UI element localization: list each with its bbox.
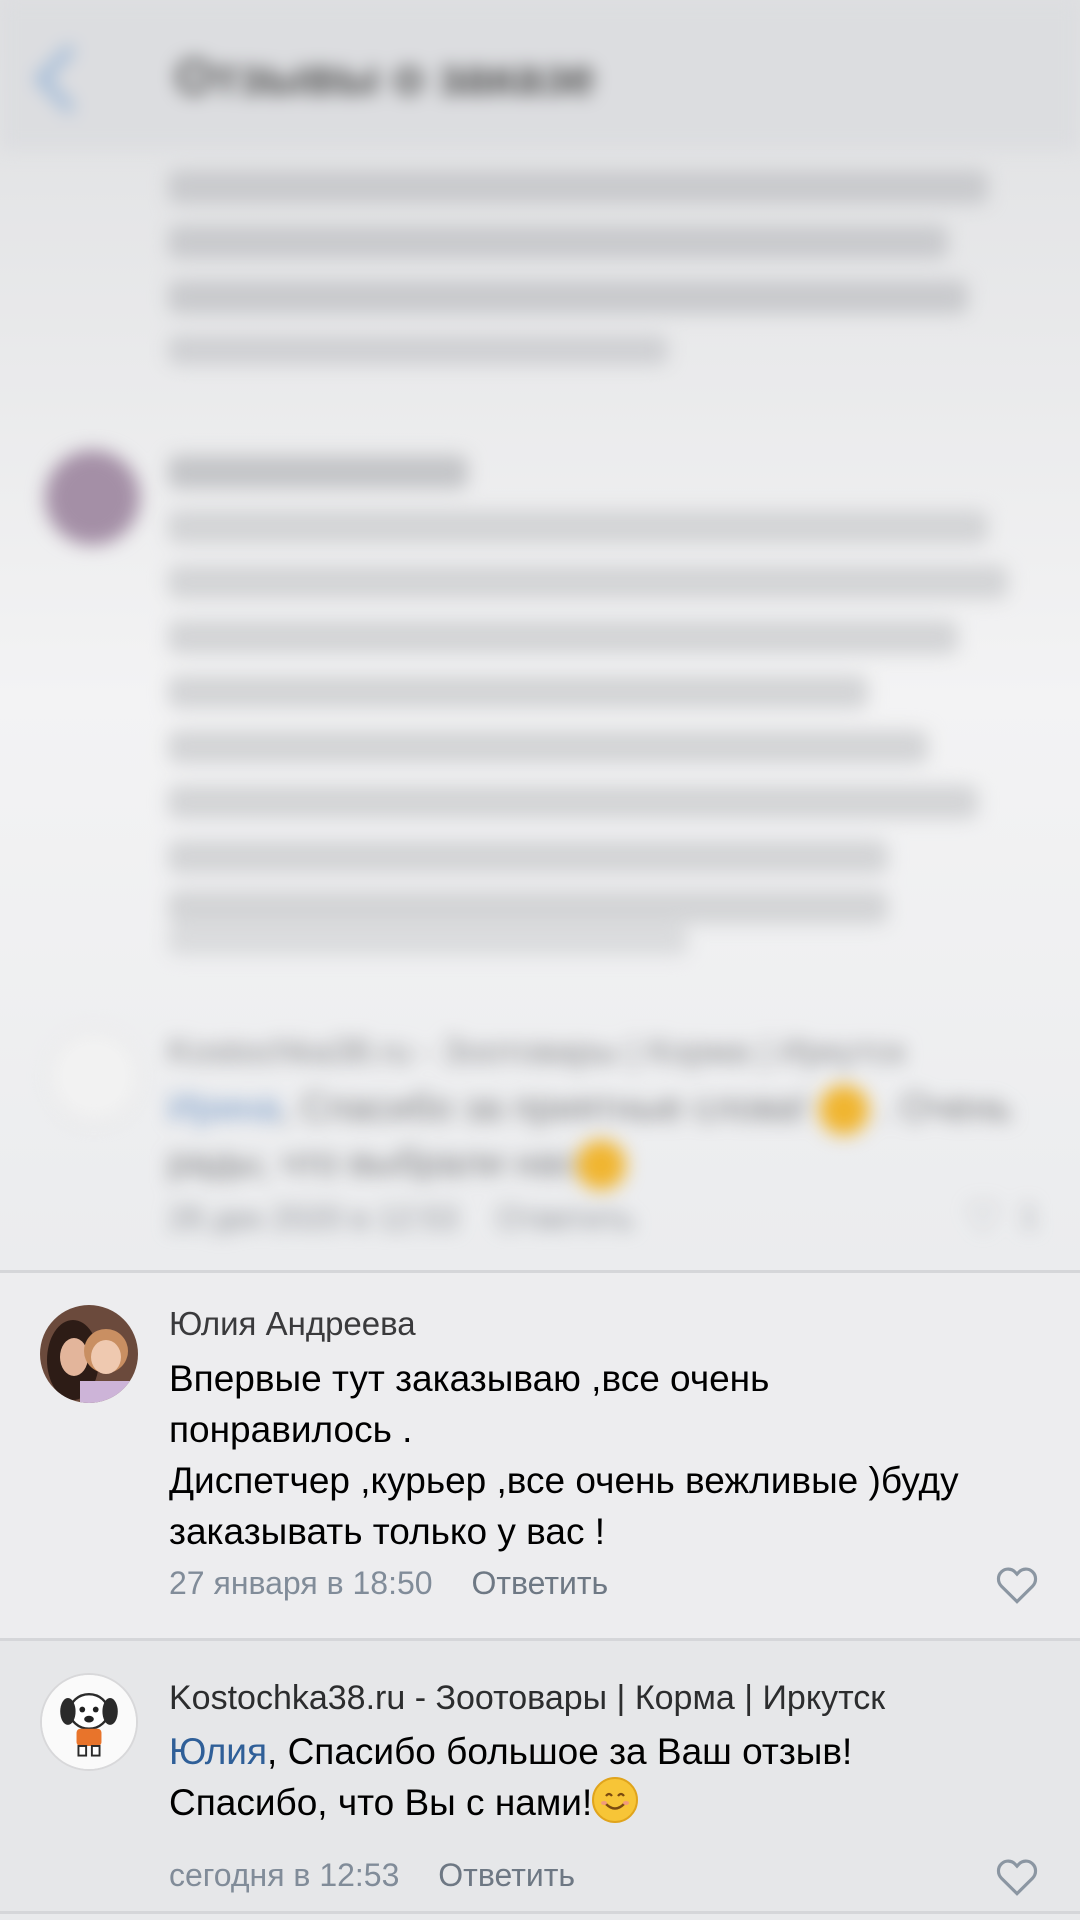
blurred-line [168, 925, 688, 955]
heart-icon[interactable] [996, 1857, 1038, 1897]
top-bar: Отзывы о заказе [0, 0, 1080, 150]
like-count: 1 [1020, 1198, 1038, 1234]
back-icon[interactable] [35, 45, 103, 113]
comment-date: сегодня в 12:53 [169, 1857, 400, 1893]
comment-date: 27 января в 18:50 [169, 1565, 433, 1601]
avatar [45, 450, 140, 545]
comment-meta: сегодня в 12:53 Ответить [169, 1857, 575, 1894]
comment-meta: 27 января в 18:50 Ответить [169, 1565, 608, 1602]
blurred-line [168, 280, 968, 314]
reply-button[interactable]: Ответить [497, 1200, 634, 1236]
smile-emoji-icon [818, 1085, 869, 1135]
comment-item: Юлия Андреева Впервые тут заказываю ,все… [0, 1273, 1080, 1638]
blurred-line [168, 225, 948, 259]
dog-logo-icon [42, 1675, 136, 1769]
blurred-line [168, 840, 888, 874]
smile-emoji-icon [575, 1140, 626, 1190]
comment-author: Kostochka38.ru - Зоотовары | Корма | Ирк… [168, 1032, 906, 1071]
blurred-line [168, 335, 668, 365]
comment-text: Юлия, Спасибо большое за Ваш отзыв! Спас… [169, 1731, 853, 1823]
blurred-line [168, 785, 978, 819]
user-photo-icon [40, 1305, 138, 1403]
smile-emoji-icon [592, 1777, 639, 1823]
comment-author[interactable]: Kostochka38.ru - Зоотовары | Корма | Ирк… [169, 1679, 885, 1718]
blurred-line [168, 890, 888, 924]
heart-icon[interactable]: ♡ [965, 1195, 1001, 1241]
blurred-background: Отзывы о заказе Kostochka38.ru - Зоотова… [0, 0, 1080, 1270]
blurred-line [168, 675, 868, 709]
reply-button[interactable]: Ответить [438, 1857, 575, 1893]
comment-date: 28 дек 2020 в 12:53 [168, 1200, 458, 1236]
comment-author[interactable]: Юлия Андреева [169, 1305, 416, 1343]
avatar[interactable] [40, 1305, 138, 1403]
reply-button[interactable]: Ответить [471, 1565, 608, 1601]
avatar [48, 1030, 140, 1122]
comment-meta: 28 дек 2020 в 12:53 Ответить [168, 1200, 634, 1237]
divider [0, 1911, 1080, 1914]
comment-text: рады, что выбрали нас [168, 1140, 626, 1190]
mention-link[interactable]: Юлия [169, 1731, 267, 1772]
comment-item: Kostochka38.ru - Зоотовары | Корма | Ирк… [0, 1641, 1080, 1911]
avatar[interactable] [40, 1673, 138, 1771]
blurred-line [168, 620, 958, 654]
blurred-line [168, 510, 988, 544]
comment-text: Впервые тут заказываю ,все очень понрави… [169, 1358, 959, 1552]
page-title: Отзывы о заказе [175, 49, 596, 105]
heart-icon[interactable] [996, 1565, 1038, 1605]
comment-text: Ирина, Спасибо за приятные слова! . Очен… [168, 1085, 1011, 1135]
blurred-line [168, 565, 1008, 599]
blurred-line [168, 170, 988, 204]
blurred-line [168, 455, 468, 489]
blurred-line [168, 730, 928, 764]
mention-link[interactable]: Ирина [168, 1087, 280, 1129]
